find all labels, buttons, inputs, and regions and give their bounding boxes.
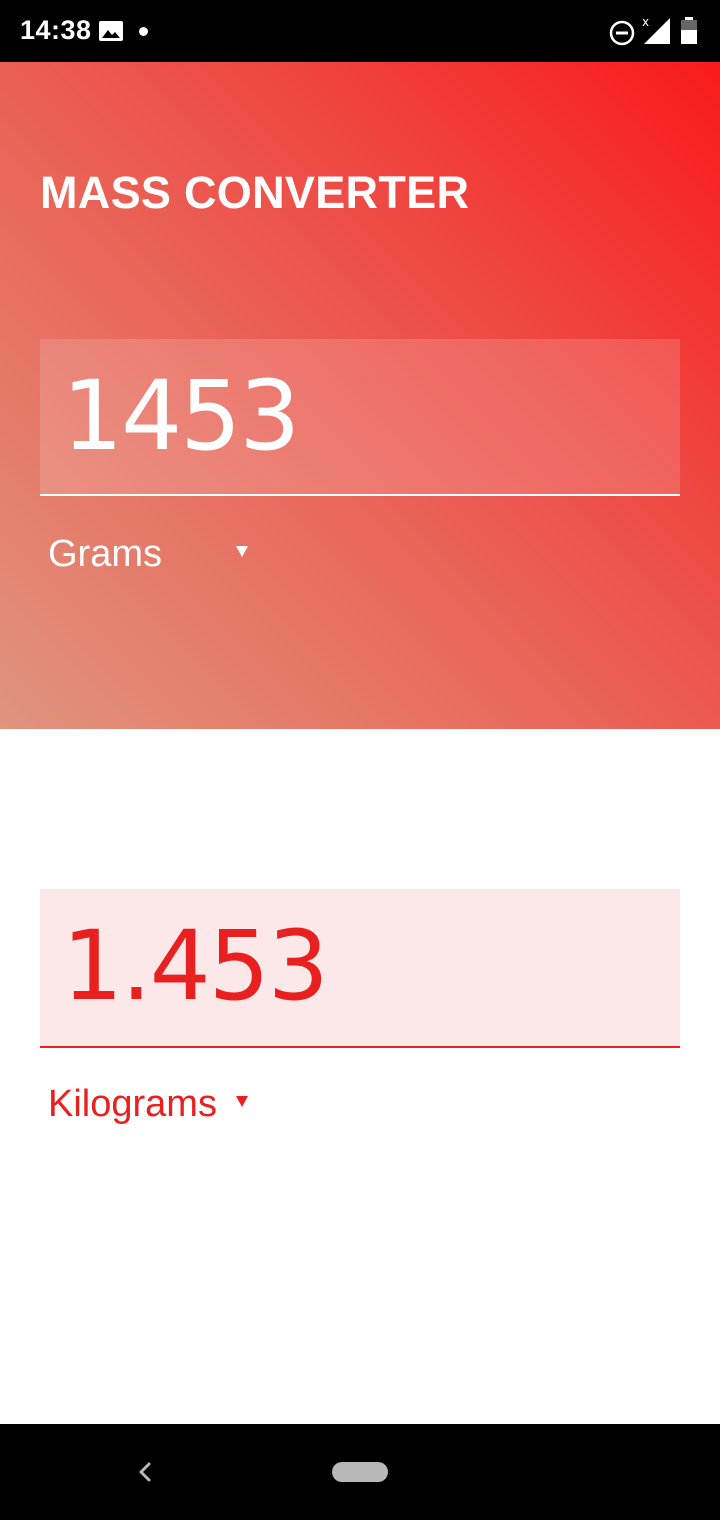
navigation-bar (0, 1424, 720, 1520)
to-unit-label: Kilograms (48, 1083, 217, 1125)
svg-text:x: x (642, 15, 649, 29)
from-unit-label: Grams (48, 533, 162, 575)
header-panel: MASS CONVERTER 1453 Grams (0, 62, 720, 729)
signal-icon: x (642, 15, 670, 44)
app-title: MASS CONVERTER (40, 167, 470, 218)
mass-output-field[interactable]: 1.453 (40, 889, 680, 1048)
mass-output-value: 1.453 (62, 910, 329, 1022)
status-time: 14:38 (20, 15, 92, 45)
status-bar: 14:38 x (0, 0, 720, 62)
screen: 14:38 x MASS CONVERTER 1453 Grams 1.453 … (0, 0, 720, 1520)
from-unit-dropdown[interactable]: Grams (48, 532, 258, 576)
dropdown-arrow-icon (236, 546, 248, 557)
mass-input-value[interactable]: 1453 (62, 361, 642, 471)
to-unit-dropdown[interactable]: Kilograms (48, 1082, 258, 1126)
battery-icon (681, 17, 697, 44)
do-not-disturb-icon (609, 20, 635, 46)
notification-dot-icon (139, 27, 148, 36)
back-icon[interactable] (132, 1456, 156, 1488)
dropdown-arrow-icon (236, 1096, 248, 1107)
image-icon (99, 21, 123, 41)
home-pill-button[interactable] (332, 1462, 388, 1482)
mass-input-field[interactable]: 1453 (40, 339, 680, 496)
